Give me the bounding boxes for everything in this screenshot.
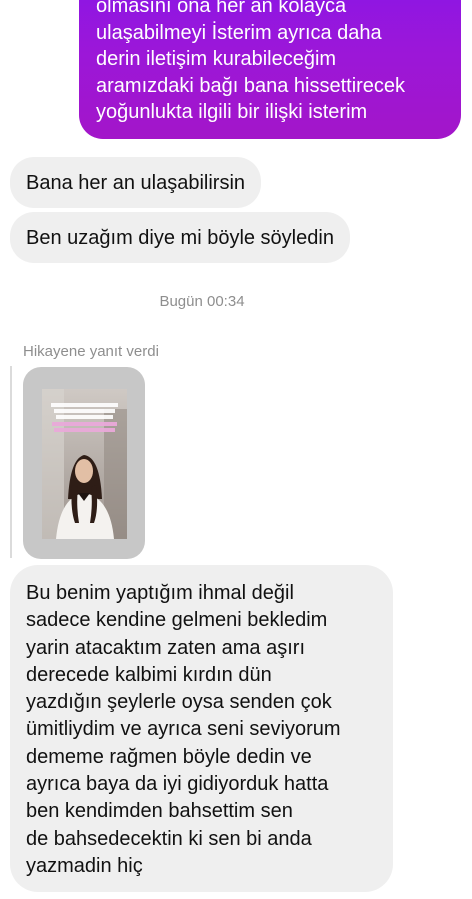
story-image-art <box>42 389 127 539</box>
story-reply-label: Hikayene yanıt verdi <box>23 343 159 360</box>
received-message-bubble[interactable]: Ben uzağım diye mi böyle söyledin <box>10 212 350 263</box>
story-reply-indicator <box>10 366 12 558</box>
story-thumbnail[interactable] <box>23 367 145 559</box>
received-message-bubble[interactable]: Bu benim yaptığım ihmal değil sadece ken… <box>10 565 393 892</box>
message-timestamp: Bugün 00:34 <box>159 293 245 310</box>
received-message-bubble[interactable]: Bana her an ulaşabilirsin <box>10 157 262 208</box>
story-preview-image <box>42 389 127 539</box>
sent-message-bubble[interactable]: olmasını ona her an kolayca ulaşabilmeyi… <box>79 0 461 139</box>
